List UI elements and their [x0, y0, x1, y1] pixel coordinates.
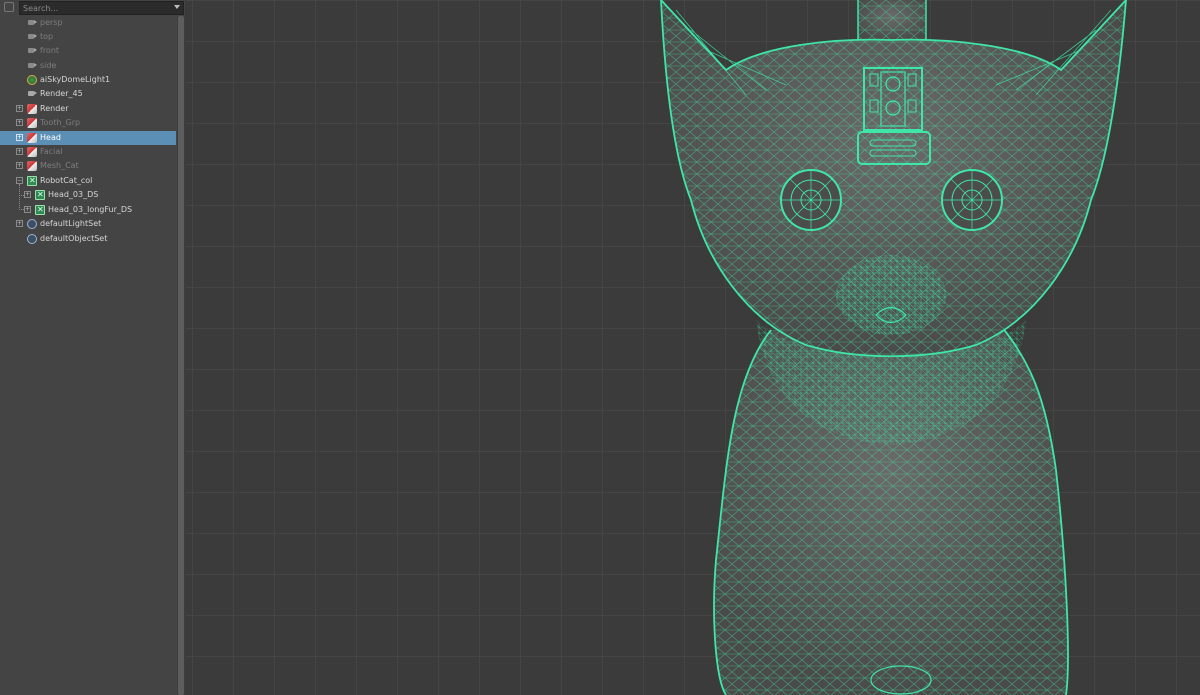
cat-head-mesh — [660, 0, 1127, 445]
chevron-down-icon[interactable] — [174, 5, 180, 9]
outliner-item-head-03-longfur-ds[interactable]: + Head_03_longFur_DS — [0, 203, 176, 217]
outliner-item-skydome-light[interactable]: aiSkyDomeLight1 — [0, 73, 176, 87]
group-icon — [27, 104, 37, 114]
outliner-item-default-object-set[interactable]: defaultObjectSet — [0, 232, 176, 246]
outliner-panel: persp top front side aiSkyDomeLight1 Ren… — [0, 0, 185, 695]
outliner-item-persp[interactable]: persp — [0, 16, 176, 30]
outliner-item-label: defaultObjectSet — [40, 234, 108, 243]
outliner-item-label: Mesh_Cat — [40, 161, 79, 170]
set-icon — [27, 219, 37, 229]
expand-icon[interactable]: + — [16, 105, 23, 112]
outliner-item-label: Render_45 — [40, 89, 83, 98]
expand-icon[interactable]: + — [16, 162, 23, 169]
outliner-item-top[interactable]: top — [0, 30, 176, 44]
expand-icon[interactable]: + — [16, 148, 23, 155]
outliner-item-render[interactable]: + Render — [0, 102, 176, 116]
outliner-item-label: Head_03_DS — [48, 190, 99, 199]
outliner-item-side[interactable]: side — [0, 59, 176, 73]
outliner-item-label: top — [40, 32, 54, 41]
set-icon — [27, 234, 37, 244]
outliner-item-default-light-set[interactable]: + defaultLightSet — [0, 217, 176, 231]
mesh-node-icon — [35, 189, 45, 201]
outliner-item-label: Tooth_Grp — [40, 118, 81, 127]
outliner-item-label: defaultLightSet — [40, 219, 102, 228]
outliner-list: persp top front side aiSkyDomeLight1 Ren… — [0, 16, 176, 695]
mesh-node-icon — [27, 175, 37, 187]
camera-icon — [28, 46, 38, 56]
scrollbar-thumb[interactable] — [178, 16, 184, 695]
outliner-item-label: Head_03_longFur_DS — [48, 205, 133, 214]
outliner-item-label: RobotCat_col — [40, 176, 93, 185]
outliner-search-bar — [0, 0, 185, 16]
group-icon — [27, 161, 37, 171]
expand-icon[interactable]: + — [24, 206, 31, 213]
outliner-item-label: aiSkyDomeLight1 — [40, 75, 111, 84]
cat-wireframe-model[interactable] — [186, 0, 1200, 695]
search-input[interactable] — [19, 1, 184, 15]
globe-light-icon — [27, 75, 37, 85]
camera-icon — [28, 61, 38, 71]
camera-icon — [28, 18, 38, 28]
outliner-item-label: persp — [40, 18, 63, 27]
3d-viewport[interactable] — [186, 0, 1200, 695]
outliner-item-label: Facial — [40, 147, 63, 156]
expand-icon[interactable]: + — [16, 134, 23, 141]
group-icon — [27, 147, 37, 157]
collapse-icon[interactable]: − — [16, 177, 23, 184]
right-eye-mesh — [941, 169, 1003, 231]
outliner-item-facial[interactable]: + Facial — [0, 145, 176, 159]
mesh-node-icon — [35, 204, 45, 216]
head-antenna-stem — [857, 0, 927, 42]
group-icon — [27, 133, 37, 143]
outliner-item-label: Render — [40, 104, 69, 113]
outliner-item-label: side — [40, 61, 57, 70]
outliner-item-front[interactable]: front — [0, 44, 176, 58]
panel-menu-icon[interactable] — [4, 2, 14, 12]
camera-icon — [28, 89, 38, 99]
expand-icon[interactable]: + — [24, 191, 31, 198]
expand-icon[interactable]: + — [16, 119, 23, 126]
left-eye-mesh — [780, 169, 842, 231]
camera-icon — [28, 32, 38, 42]
outliner-item-label: Head — [40, 133, 61, 142]
outliner-item-head-03-ds[interactable]: + Head_03_DS — [0, 188, 176, 202]
outliner-item-render-45[interactable]: Render_45 — [0, 87, 176, 101]
outliner-item-tooth-grp[interactable]: + Tooth_Grp — [0, 116, 176, 130]
outliner-item-mesh-cat[interactable]: + Mesh_Cat — [0, 159, 176, 173]
outliner-item-label: front — [40, 46, 60, 55]
expand-icon[interactable]: + — [16, 220, 23, 227]
outliner-scrollbar[interactable] — [177, 16, 185, 695]
group-icon — [27, 118, 37, 128]
outliner-item-head[interactable]: + Head — [0, 131, 176, 145]
outliner-item-robotcat-col[interactable]: − RobotCat_col — [0, 174, 176, 188]
